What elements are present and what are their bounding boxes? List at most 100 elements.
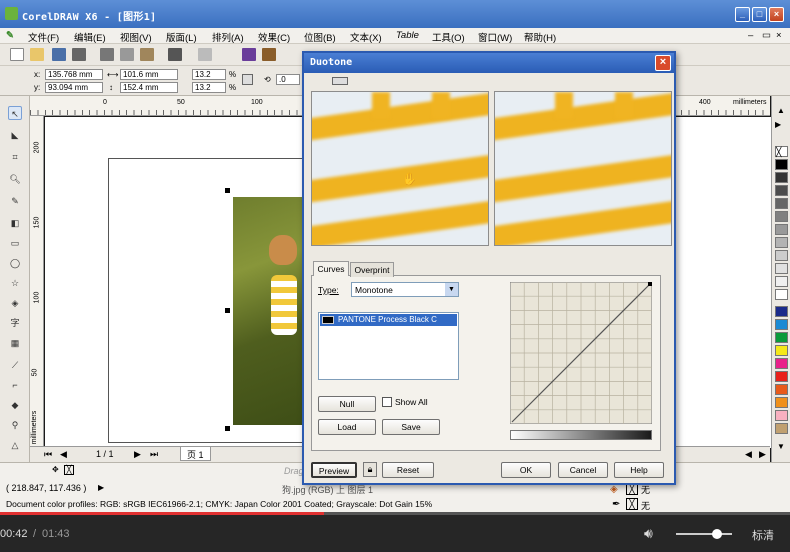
undo-icon[interactable]	[168, 48, 182, 61]
copy-icon[interactable]	[120, 48, 134, 61]
doc-restore-icon[interactable]: ▭	[762, 30, 771, 41]
menu-bitmaps[interactable]: 位图(B)	[304, 30, 336, 44]
menu-window[interactable]: 窗口(W)	[478, 30, 512, 44]
ink-list[interactable]: PANTONE Process Black C	[318, 312, 459, 380]
curve-endpoint[interactable]	[648, 282, 652, 286]
dialog-close-button[interactable]: ×	[655, 55, 671, 71]
text-tool-icon[interactable]: 字	[8, 316, 22, 330]
new-icon[interactable]	[10, 48, 24, 61]
paste-icon[interactable]	[140, 48, 154, 61]
scroll-right-icon[interactable]: ▶	[759, 449, 766, 460]
tab-overprint[interactable]: Overprint	[350, 262, 394, 277]
swatch-red[interactable]	[775, 371, 788, 382]
x-position-field[interactable]: 135.768 mm	[45, 69, 103, 80]
quality-button[interactable]: 标清	[752, 527, 774, 543]
swatch-gray90[interactable]	[775, 172, 788, 183]
tab-curves[interactable]: Curves	[313, 261, 349, 276]
smart-fill-icon[interactable]: ◧	[8, 216, 22, 230]
help-button[interactable]: Help	[614, 462, 664, 478]
swatch-gray80[interactable]	[775, 185, 788, 196]
save-icon[interactable]	[52, 48, 66, 61]
menu-edit[interactable]: 编辑(E)	[74, 30, 106, 44]
minimize-button[interactable]: _	[735, 7, 750, 22]
cut-icon[interactable]	[100, 48, 114, 61]
selection-handle[interactable]	[225, 308, 230, 313]
doc-close-icon[interactable]: ×	[776, 30, 782, 41]
rotation-field[interactable]: .0	[276, 74, 300, 85]
outline-tool-icon[interactable]: △	[8, 438, 22, 452]
swatch-navy[interactable]	[775, 306, 788, 317]
export-icon[interactable]	[262, 48, 276, 61]
y-position-field[interactable]: 93.094 mm	[45, 82, 103, 93]
last-page-icon[interactable]: ⏭	[150, 449, 158, 460]
page-tab[interactable]: 页 1	[180, 447, 211, 461]
swatch-none[interactable]: ╳	[775, 146, 788, 157]
shape-tool-icon[interactable]: ◣	[8, 128, 22, 142]
swatch-white[interactable]	[775, 289, 788, 300]
swatch-gray20[interactable]	[775, 263, 788, 274]
swatch-gray10[interactable]	[775, 276, 788, 287]
coords-arrow-icon[interactable]: ▶	[98, 483, 104, 492]
cancel-button[interactable]: Cancel	[558, 462, 608, 478]
curve-graph[interactable]	[510, 282, 652, 424]
selection-handle[interactable]	[225, 426, 230, 431]
original-preview[interactable]: ✋	[311, 91, 489, 246]
menu-text[interactable]: 文本(X)	[350, 30, 382, 44]
ink-list-item[interactable]: PANTONE Process Black C	[320, 314, 457, 326]
swatch-magenta[interactable]	[775, 358, 788, 369]
ellipse-tool-icon[interactable]: ◯	[8, 256, 22, 270]
swatch-yellow[interactable]	[775, 345, 788, 356]
redo-icon[interactable]	[198, 48, 212, 61]
swatch-black[interactable]	[775, 159, 788, 170]
null-button[interactable]: Null	[318, 396, 376, 412]
swatch-gray30[interactable]	[775, 250, 788, 261]
save-button[interactable]: Save	[382, 419, 440, 435]
lock-icon[interactable]: 🔒︎	[363, 462, 377, 477]
dimension-tool-icon[interactable]: ⟋	[8, 358, 22, 372]
maximize-button[interactable]: □	[752, 7, 767, 22]
palette-down-icon[interactable]: ▼	[777, 442, 785, 451]
volume-knob[interactable]	[712, 529, 722, 539]
close-button[interactable]: ×	[769, 7, 784, 22]
freehand-tool-icon[interactable]: ✎	[8, 194, 22, 208]
zoom-tool-icon[interactable]: 🔍︎	[8, 172, 22, 186]
import-icon[interactable]	[242, 48, 256, 61]
no-fill-icon[interactable]: ╳	[64, 465, 74, 475]
basic-shapes-icon[interactable]: ◈	[8, 296, 22, 310]
menu-help[interactable]: 帮助(H)	[524, 30, 556, 44]
preview-mode-icon[interactable]	[332, 77, 348, 85]
first-page-icon[interactable]: ⏮	[44, 449, 52, 460]
swatch-gray50[interactable]	[775, 224, 788, 235]
swatch-blue[interactable]	[775, 319, 788, 330]
crop-tool-icon[interactable]: ⌗	[8, 150, 22, 164]
pick-tool-icon[interactable]: ↖	[8, 106, 22, 120]
menu-effects[interactable]: 效果(C)	[258, 30, 290, 44]
doc-minimize-icon[interactable]: –	[748, 30, 753, 41]
scale-y-field[interactable]: 13.2	[192, 82, 226, 93]
show-all-checkbox[interactable]	[382, 397, 392, 407]
swatch-green[interactable]	[775, 332, 788, 343]
pan-icon[interactable]: ✥	[52, 465, 59, 474]
next-page-icon[interactable]: ▶	[134, 449, 141, 460]
prev-page-icon[interactable]: ◀	[60, 449, 67, 460]
open-icon[interactable]	[30, 48, 44, 61]
result-preview[interactable]	[494, 91, 672, 246]
chevron-down-icon[interactable]: ▼	[445, 283, 458, 296]
dog-photo[interactable]	[233, 197, 308, 425]
scale-x-field[interactable]: 13.2	[192, 69, 226, 80]
ok-button[interactable]: OK	[501, 462, 551, 478]
rectangle-tool-icon[interactable]: ▭	[8, 236, 22, 250]
video-progress-track[interactable]	[0, 512, 790, 515]
blend-tool-icon[interactable]: ◆	[8, 398, 22, 412]
height-field[interactable]: 152.4 mm	[120, 82, 178, 93]
menu-layout[interactable]: 版面(L)	[166, 30, 197, 44]
scroll-left-icon[interactable]: ◀	[745, 449, 752, 460]
swatch-pink[interactable]	[775, 410, 788, 421]
swatch-gray60[interactable]	[775, 211, 788, 222]
load-button[interactable]: Load	[318, 419, 376, 435]
menu-tools[interactable]: 工具(O)	[432, 30, 465, 44]
volume-icon[interactable]: 🔊︎	[644, 525, 653, 542]
swatch-tan[interactable]	[775, 423, 788, 434]
preview-button[interactable]: Preview	[311, 462, 357, 478]
menu-view[interactable]: 视图(V)	[120, 30, 152, 44]
